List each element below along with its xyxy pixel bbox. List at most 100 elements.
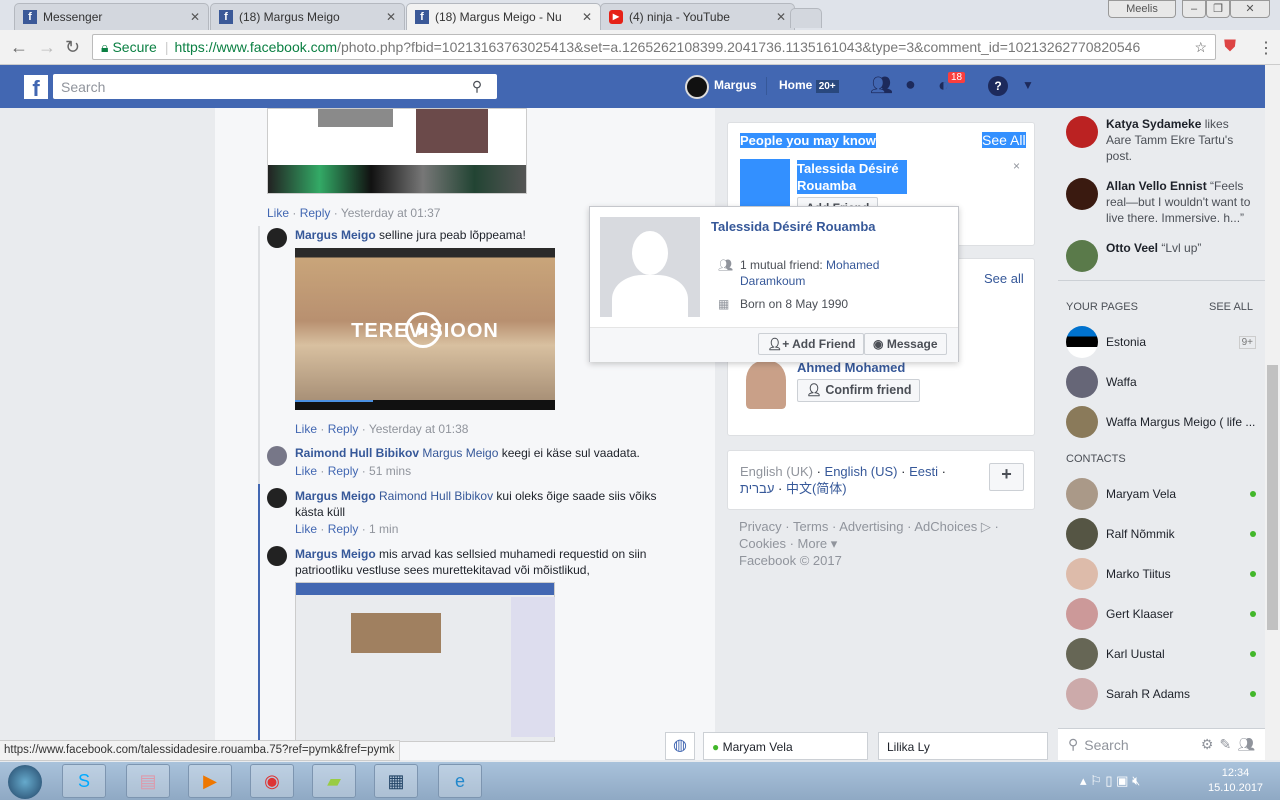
menu-icon[interactable]: ⋮ [1258, 38, 1274, 58]
minimize-button[interactable]: – [1182, 0, 1206, 18]
comment-author[interactable]: Margus Meigo [295, 489, 376, 503]
avatar[interactable] [267, 546, 287, 566]
like-link[interactable]: Like [295, 522, 317, 536]
footer-link[interactable]: More [798, 536, 828, 551]
reply-link[interactable]: Reply [300, 206, 331, 220]
footer-link[interactable]: Cookies [739, 536, 786, 551]
facebook-logo[interactable]: f [24, 75, 48, 101]
system-tray-icons[interactable]: ▴ ⚐ ▯ ▣ 🔇︎ [1080, 773, 1140, 789]
shared-image-thumbnail[interactable] [267, 108, 527, 194]
start-button[interactable] [8, 765, 42, 799]
profile-link[interactable]: Margus [714, 78, 757, 92]
mention-link[interactable]: Margus Meigo [422, 446, 498, 460]
comment-author[interactable]: Raimond Hull Bibikov [295, 446, 419, 460]
suggestion-name-link[interactable]: Talessida Désiré Rouamba [797, 160, 907, 194]
reply-link[interactable]: Reply [328, 464, 359, 478]
new-tab-button[interactable] [790, 8, 822, 28]
home-link[interactable]: Home 20+ [779, 78, 839, 93]
search-input[interactable]: Search ⚲ [53, 74, 497, 99]
comment-author[interactable]: Margus Meigo [295, 228, 376, 242]
file-explorer-icon[interactable]: ▤ [126, 764, 170, 798]
page-scrollbar[interactable] [1265, 65, 1280, 760]
ticker-item[interactable]: Otto Veel “Lvl up” [1066, 240, 1256, 272]
page-item[interactable]: Waffa [1066, 366, 1256, 398]
requester-avatar[interactable] [746, 361, 786, 409]
page-item[interactable]: Waffa Margus Meigo ( life ... [1066, 406, 1256, 438]
timestamp[interactable]: Yesterday at 01:37 [341, 206, 441, 220]
pymk-see-all-link[interactable]: See All [982, 132, 1026, 148]
star-icon[interactable]: ☆ [1194, 39, 1207, 56]
internet-explorer-icon[interactable]: e [438, 764, 482, 798]
pages-see-all-link[interactable]: SEE ALL [1209, 301, 1253, 313]
language-link[interactable]: 中文(简体) [786, 481, 847, 496]
help-icon[interactable]: ? [988, 76, 1008, 96]
contact-item[interactable]: Maryam Vela [1066, 478, 1256, 510]
close-icon[interactable]: ✕ [582, 10, 592, 24]
avatar[interactable] [685, 75, 709, 99]
close-icon[interactable]: ✕ [776, 10, 786, 24]
add-people-icon[interactable]: 👥︎ [1237, 736, 1255, 753]
hovercard-add-friend-button[interactable]: 👤︎+ Add Friend [758, 333, 865, 355]
screenshot-attachment[interactable] [295, 582, 555, 742]
search-icon[interactable]: ⚲ [457, 78, 497, 95]
avatar[interactable] [267, 446, 287, 466]
timestamp[interactable]: 1 min [369, 522, 398, 536]
chat-globe-button[interactable]: ◍ [665, 732, 695, 760]
contact-item[interactable]: Marko Tiitus [1066, 558, 1256, 590]
media-player-icon[interactable]: ▶ [188, 764, 232, 798]
hovercard-name-link[interactable]: Talessida Désiré Rouamba [711, 219, 876, 234]
close-icon[interactable]: ✕ [386, 10, 396, 24]
timestamp[interactable]: Yesterday at 01:38 [369, 422, 469, 436]
footer-link[interactable]: Privacy [739, 519, 782, 534]
document-app-icon[interactable]: ▦ [374, 764, 418, 798]
chrome-icon[interactable]: ◉ [250, 764, 294, 798]
chat-tab[interactable]: Lilika Ly [878, 732, 1048, 760]
profile-button[interactable]: Meelis [1108, 0, 1176, 18]
url-input[interactable]: 🔒︎ Secure | https://www.facebook.com/pho… [92, 34, 1216, 60]
language-link[interactable]: English (US) [825, 464, 898, 479]
timestamp[interactable]: 51 mins [369, 464, 411, 478]
contact-item[interactable]: Ralf Nõmmik [1066, 518, 1256, 550]
tab-messenger[interactable]: f Messenger ✕ [14, 3, 209, 30]
contact-item[interactable]: Sarah R Adams [1066, 678, 1256, 710]
avatar[interactable] [267, 228, 287, 248]
forward-icon[interactable]: → [38, 37, 56, 58]
contact-item[interactable]: Karl Uustal [1066, 638, 1256, 670]
mention-link[interactable]: Raimond Hull Bibikov [379, 489, 493, 503]
reload-icon[interactable]: ↻ [65, 37, 80, 58]
footer-link[interactable]: AdChoices [914, 519, 977, 534]
avatar[interactable] [267, 488, 287, 508]
messenger-icon[interactable]: ● [905, 74, 916, 95]
close-window-button[interactable]: ✕ [1230, 0, 1270, 18]
footer-link[interactable]: Advertising [839, 519, 903, 534]
chat-search-input[interactable]: ⚲ Search ⚙ ✎ 👥︎ [1058, 728, 1265, 760]
comment-author[interactable]: Margus Meigo [295, 547, 376, 561]
maximize-button[interactable]: ❐ [1206, 0, 1230, 18]
like-link[interactable]: Like [295, 464, 317, 478]
requests-see-all-link[interactable]: See all [984, 271, 1024, 286]
suggestion-avatar[interactable] [740, 159, 790, 209]
chat-tab[interactable]: ● Maryam Vela [703, 732, 868, 760]
like-link[interactable]: Like [295, 422, 317, 436]
page-item[interactable]: Estonia 9+ [1066, 326, 1256, 358]
sticky-notes-icon[interactable]: ▰ [312, 764, 356, 798]
play-icon[interactable]: ▶ [405, 312, 441, 348]
tab-youtube[interactable]: ▶ (4) ninja - YouTube ✕ [600, 3, 795, 30]
language-link[interactable]: עברית [740, 481, 774, 496]
shield-extension-icon[interactable]: ⛊ [1224, 38, 1236, 56]
language-link[interactable]: Eesti [909, 464, 938, 479]
confirm-friend-button[interactable]: 👤︎ Confirm friend [797, 379, 921, 402]
ticker-item[interactable]: Allan Vello Ennist “Feels real—but I wou… [1066, 178, 1256, 226]
dismiss-icon[interactable]: × [1013, 159, 1020, 173]
add-language-button[interactable]: + [989, 463, 1024, 491]
gear-icon[interactable]: ⚙ [1201, 736, 1214, 753]
compose-icon[interactable]: ✎ [1219, 736, 1231, 753]
contact-item[interactable]: Gert Klaaser [1066, 598, 1256, 630]
back-icon[interactable]: ← [10, 37, 28, 58]
video-player[interactable]: TEREVISIOON ▶ [295, 248, 555, 410]
tab-margus-meigo[interactable]: f (18) Margus Meigo ✕ [210, 3, 405, 30]
clock[interactable]: 12:34 15.10.2017 [1208, 766, 1263, 796]
account-menu-caret-icon[interactable]: ▼ [1022, 78, 1034, 92]
friend-requests-icon[interactable]: 👥︎ [870, 75, 893, 96]
ticker-item[interactable]: Katya Sydameke likes Aare Tamm Ekre Tart… [1066, 116, 1256, 164]
